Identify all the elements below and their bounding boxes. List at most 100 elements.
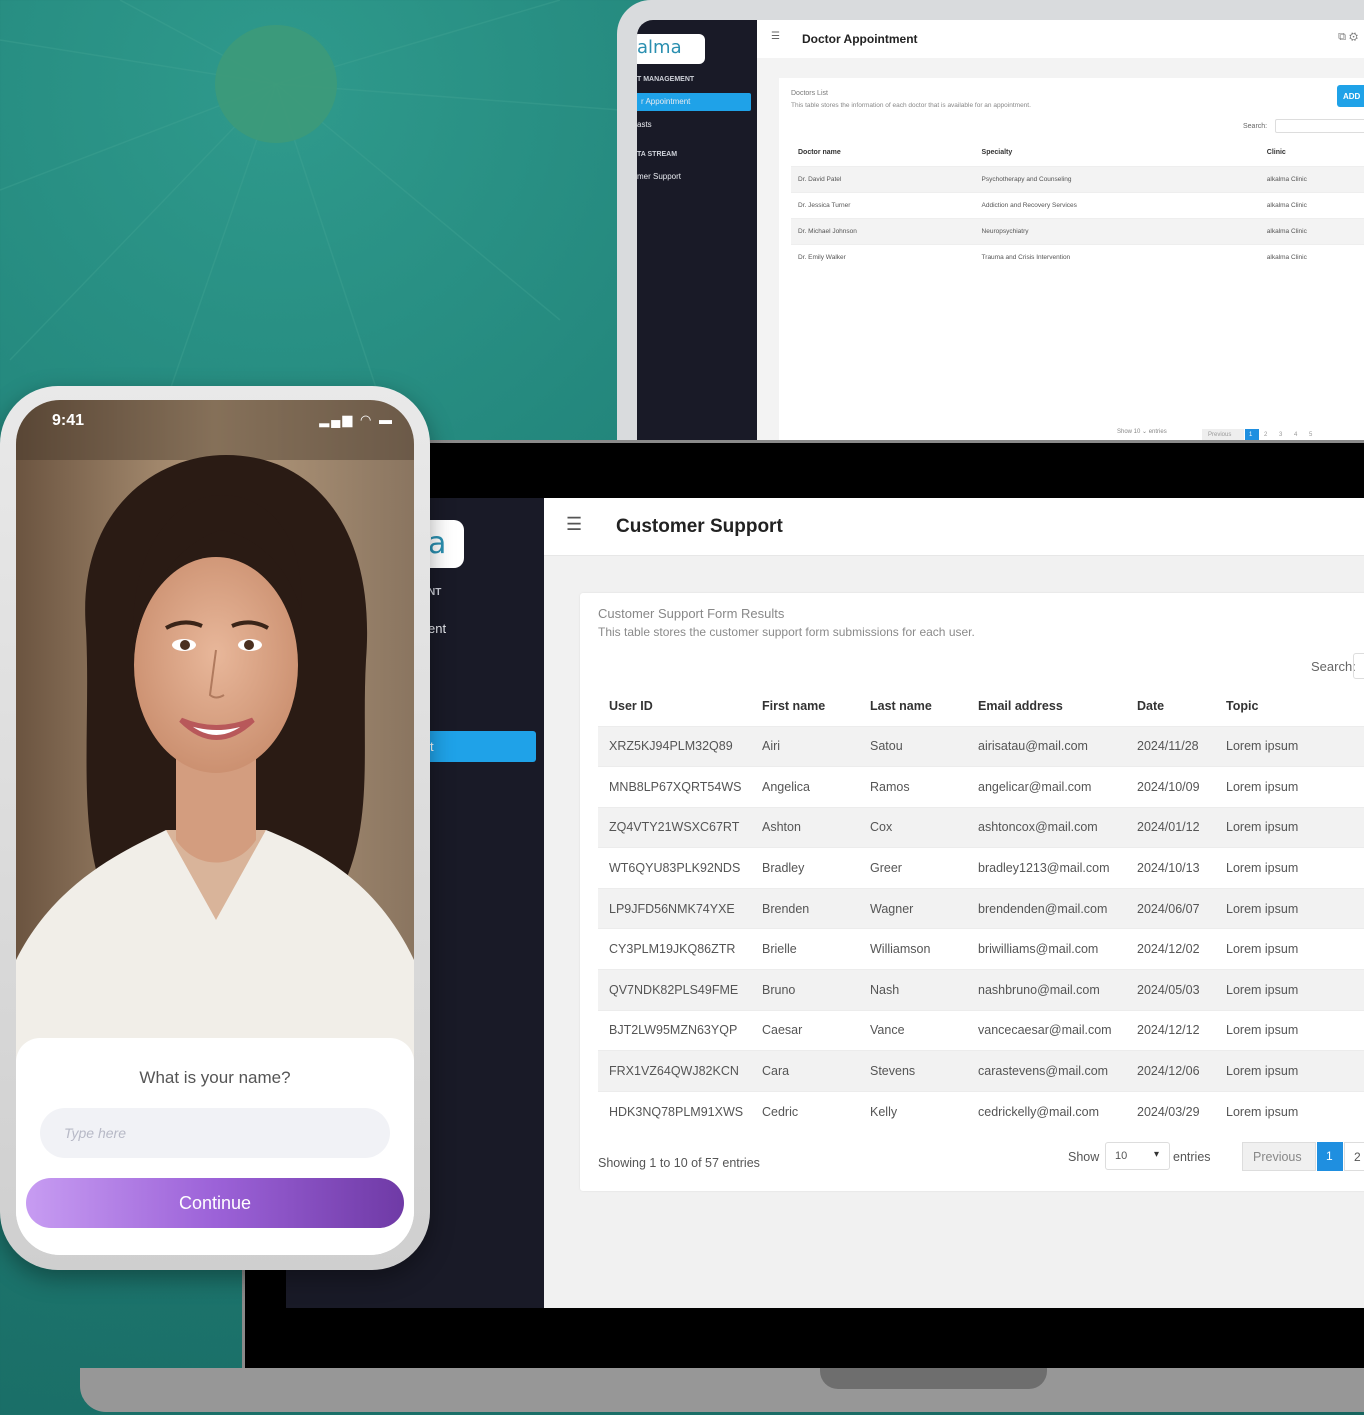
- table-row[interactable]: FRX1VZ64QWJ82KCN Cara Stevens carastevens@m…: [598, 1050, 1364, 1092]
- page-1-button[interactable]: 1: [1245, 429, 1259, 440]
- table-cell: Dr. David Patel: [791, 165, 975, 192]
- name-input[interactable]: [40, 1108, 390, 1158]
- table-row[interactable]: BJT2LW95MZN63YQP Caesar Vance vancecaesar@m…: [598, 1009, 1364, 1051]
- column-header[interactable]: User ID: [598, 686, 751, 726]
- battery-icon: ▬: [379, 412, 394, 427]
- table-cell: Lorem ipsum: [1215, 969, 1364, 1011]
- table-cell: Lorem ipsum: [1215, 766, 1364, 808]
- table-cell: Angelica: [751, 766, 859, 808]
- page-2-button[interactable]: 2: [1344, 1142, 1364, 1171]
- table-cell: Dr. Emily Walker: [791, 243, 975, 270]
- search-input[interactable]: [1353, 653, 1364, 679]
- table-cell: nashbruno@mail.com: [967, 969, 1126, 1011]
- column-header[interactable]: Topic: [1215, 686, 1364, 726]
- customer-support-table: User ID First name Last name Email address D…: [598, 686, 1364, 1132]
- table-cell: 2024/03/29: [1126, 1090, 1215, 1132]
- table-cell: Brielle: [751, 928, 859, 970]
- gear-icon[interactable]: ⚙: [1349, 31, 1358, 43]
- search-input[interactable]: [1275, 119, 1364, 133]
- column-header[interactable]: Doctor name: [791, 140, 975, 166]
- table-cell: Bruno: [751, 969, 859, 1011]
- status-icons: ▂▄▆ ◠ ▬: [319, 412, 394, 428]
- table-cell: carastevens@mail.com: [967, 1050, 1126, 1092]
- table-row[interactable]: Dr. Emily Walker Trauma and Crisis Interv…: [791, 243, 1364, 270]
- table-cell: briwilliams@mail.com: [967, 928, 1126, 970]
- table-header-row: User ID First name Last name Email address D…: [598, 686, 1364, 726]
- sidebar-item-podcasts[interactable]: asts: [637, 120, 652, 129]
- table-cell: 2024/06/07: [1126, 887, 1215, 929]
- table-cell: XRZ5KJ94PLM32Q89: [598, 725, 751, 767]
- table-cell: Addiction and Recovery Services: [974, 191, 1260, 218]
- table-cell: Greer: [859, 847, 967, 889]
- sidebar-item-appointment[interactable]: r Appointment: [637, 93, 751, 111]
- search-label: Search:: [1311, 659, 1356, 674]
- page-4-button[interactable]: 4: [1290, 429, 1304, 440]
- page-5-button[interactable]: 5: [1305, 429, 1319, 440]
- page-size-select[interactable]: 10 ▾: [1105, 1142, 1170, 1170]
- table-cell: BJT2LW95MZN63YQP: [598, 1009, 751, 1051]
- table-row[interactable]: XRZ5KJ94PLM32Q89 Airi Satou airisatau@mail.…: [598, 725, 1364, 767]
- table-row[interactable]: MNB8LP67XQRT54WS Angelica Ramos angelicar@m…: [598, 766, 1364, 808]
- column-header[interactable]: Specialty: [975, 140, 1260, 166]
- customer-support-card: Customer Support Form Results This table…: [580, 593, 1364, 1191]
- table-cell: 2024/10/09: [1126, 766, 1215, 808]
- signal-icon: ▂▄▆: [319, 412, 355, 427]
- table-cell: airisatau@mail.com: [967, 725, 1126, 767]
- profile-photo: [16, 400, 414, 1060]
- table-cell: Airi: [751, 725, 859, 767]
- page-2-button[interactable]: 2: [1260, 429, 1274, 440]
- table-row[interactable]: Dr. Michael Johnson Neuropsychiatry alkalm…: [791, 217, 1364, 244]
- table-cell: 2024/12/02: [1126, 928, 1215, 970]
- card-description: This table stores the customer support f…: [598, 625, 975, 639]
- laptop-header: ☰ Customer Support: [544, 498, 1364, 556]
- table-cell: Lorem ipsum: [1215, 847, 1364, 889]
- table-cell: alkalma Clinic: [1259, 165, 1364, 192]
- table-cell: Neuropsychiatry: [974, 217, 1260, 244]
- status-time: 9:41: [52, 412, 85, 429]
- page-1-button[interactable]: 1: [1317, 1142, 1343, 1171]
- tablet-logo: alma: [637, 34, 705, 64]
- column-header[interactable]: Email address: [967, 686, 1126, 726]
- table-row[interactable]: ZQ4VTY21WSXC67RT Ashton Cox ashtoncox@mail.…: [598, 806, 1364, 848]
- table-row[interactable]: Dr. Jessica Turner Addiction and Recovery…: [791, 191, 1364, 218]
- sidebar-item-customer-support[interactable]: mer Support: [637, 172, 681, 181]
- table-row[interactable]: WT6QYU83PLK92NDS Bradley Greer bradley1213@…: [598, 847, 1364, 889]
- table-cell: Cox: [859, 806, 967, 848]
- table-cell: 2024/10/13: [1126, 847, 1215, 889]
- table-cell: alkalma Clinic: [1259, 243, 1364, 270]
- table-cell: bradley1213@mail.com: [967, 847, 1126, 889]
- table-row[interactable]: CY3PLM19JKQ86ZTR Brielle Williamson briwill…: [598, 928, 1364, 970]
- search-label: Search:: [1243, 123, 1268, 130]
- table-cell: Caesar: [751, 1009, 859, 1051]
- card-title: Doctors List: [791, 90, 828, 97]
- sidebar-item-appointment[interactable]: ent: [428, 621, 446, 636]
- continue-button[interactable]: Continue: [26, 1178, 404, 1228]
- previous-button[interactable]: Previous: [1202, 429, 1244, 440]
- table-row[interactable]: QV7NDK82PLS49FME Bruno Nash nashbruno@mail.…: [598, 969, 1364, 1011]
- column-header[interactable]: Last name: [859, 686, 967, 726]
- page-3-button[interactable]: 3: [1275, 429, 1289, 440]
- hamburger-menu-icon[interactable]: ☰: [566, 514, 582, 535]
- page-title: Doctor Appointment: [802, 32, 918, 46]
- table-cell: 2024/12/12: [1126, 1009, 1215, 1051]
- column-header[interactable]: First name: [751, 686, 859, 726]
- column-header[interactable]: Clinic: [1260, 140, 1364, 166]
- add-button[interactable]: ADD: [1337, 85, 1364, 107]
- table-row[interactable]: Dr. David Patel Psychotherapy and Counsel…: [791, 165, 1364, 192]
- previous-button[interactable]: Previous: [1242, 1142, 1316, 1171]
- hamburger-menu-icon[interactable]: ☰: [771, 31, 780, 42]
- header-icons: ⧉ ⚙: [1338, 31, 1358, 44]
- translate-icon[interactable]: ⧉: [1338, 31, 1346, 43]
- table-row[interactable]: LP9JFD56NMK74YXE Brenden Wagner brendenden@…: [598, 887, 1364, 929]
- table-header-row: Doctor name Specialty Clinic: [791, 140, 1364, 166]
- column-header[interactable]: Date: [1126, 686, 1215, 726]
- table-cell: Ramos: [859, 766, 967, 808]
- table-cell: brendenden@mail.com: [967, 887, 1126, 929]
- table-cell: Williamson: [859, 928, 967, 970]
- doctors-list-card: Doctors List This table stores the infor…: [779, 78, 1364, 440]
- table-cell: 2024/01/12: [1126, 806, 1215, 848]
- table-row[interactable]: HDK3NQ78PLM91XWS Cedric Kelly cedrickelly@m…: [598, 1090, 1364, 1132]
- sidebar-item-customer-support[interactable]: t: [414, 731, 536, 762]
- laptop-base: [80, 1368, 1364, 1412]
- table-cell: Wagner: [859, 887, 967, 929]
